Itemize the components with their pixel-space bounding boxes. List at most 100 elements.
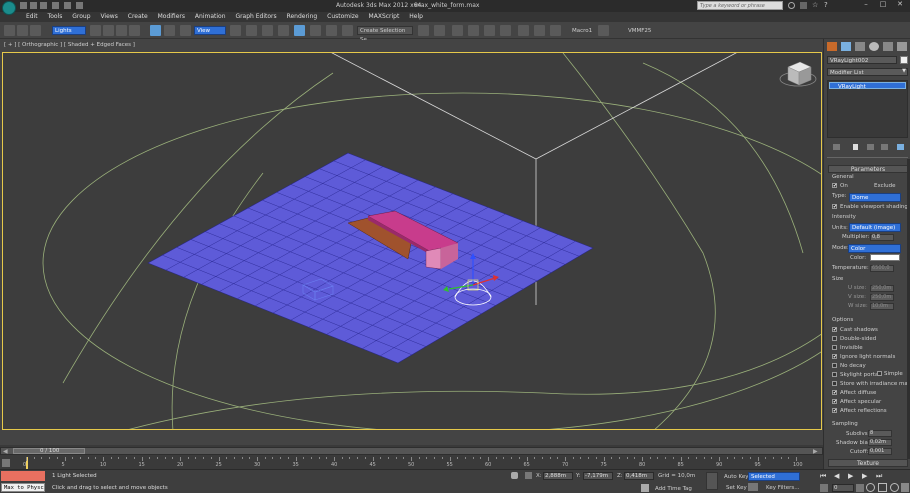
selection-lock-icon[interactable]: [511, 472, 518, 479]
utilities-tab-icon[interactable]: [897, 42, 907, 51]
edit-named-selection-icon[interactable]: [342, 25, 353, 36]
modify-tab-icon[interactable]: [841, 42, 851, 51]
new-file-icon[interactable]: [20, 2, 27, 9]
menu-maxscript[interactable]: MAXScript: [365, 12, 404, 22]
view-cube-icon[interactable]: [779, 61, 817, 87]
next-frame-icon[interactable]: ▶: [862, 472, 867, 480]
subdivs-spinner[interactable]: 8: [868, 430, 892, 437]
viewport-label[interactable]: [ + ] [ Orthographic ] [ Shaded + Edged …: [4, 42, 135, 48]
object-color-swatch[interactable]: [900, 56, 908, 64]
option-row[interactable]: Store with irradiance map: [832, 380, 910, 388]
stack-item[interactable]: VRayLight: [829, 82, 906, 90]
option-checkbox[interactable]: [832, 345, 837, 350]
project-folder-icon[interactable]: [76, 2, 83, 9]
option-checkbox[interactable]: ✔: [832, 408, 837, 414]
open-file-icon[interactable]: [30, 2, 37, 9]
make-unique-icon[interactable]: [867, 144, 874, 150]
texture-rollout[interactable]: Texture: [828, 459, 908, 467]
key-filters-button[interactable]: Key Filters...: [766, 485, 799, 491]
time-slider[interactable]: ◀ 0 / 100 ▶: [0, 447, 823, 455]
manipulate-icon[interactable]: [246, 25, 257, 36]
key-mode-icon[interactable]: [706, 472, 718, 490]
option-checkbox[interactable]: ✔: [832, 390, 837, 396]
display-tab-icon[interactable]: [883, 42, 893, 51]
light-type-dropdown[interactable]: Dome: [849, 193, 901, 202]
configure-sets-icon[interactable]: [897, 144, 904, 150]
key-mode-toggle-icon[interactable]: [820, 484, 828, 492]
pin-stack-icon[interactable]: [833, 144, 840, 150]
undo-icon[interactable]: [52, 2, 59, 9]
hierarchy-tab-icon[interactable]: [855, 42, 865, 51]
simple-checkbox[interactable]: [877, 371, 882, 376]
select-and-rotate-icon[interactable]: [164, 25, 175, 36]
menu-group[interactable]: Group: [68, 12, 94, 22]
exclude-button[interactable]: Exclude: [874, 183, 896, 189]
orbit-icon[interactable]: [890, 483, 899, 492]
option-checkbox[interactable]: [832, 381, 837, 386]
temperature-spinner[interactable]: 6500,0: [870, 265, 894, 272]
key-selection-dropdown[interactable]: Selected: [748, 472, 800, 481]
show-end-result-icon[interactable]: [853, 144, 858, 150]
select-object-icon[interactable]: [90, 25, 101, 36]
option-checkbox[interactable]: [832, 336, 837, 341]
material-editor-icon[interactable]: [518, 25, 529, 36]
remove-modifier-icon[interactable]: [881, 144, 888, 150]
rectangular-selection-icon[interactable]: [116, 25, 127, 36]
option-row[interactable]: Invisible: [832, 344, 910, 352]
x-coordinate-field[interactable]: 2,888m: [543, 472, 573, 480]
v-size-spinner[interactable]: 250,0m: [870, 294, 894, 301]
previous-frame-icon[interactable]: ◀: [834, 472, 839, 480]
option-row[interactable]: ✔ Affect reflections: [832, 407, 910, 415]
render-setup-icon[interactable]: [534, 25, 545, 36]
bind-space-warp-icon[interactable]: [30, 25, 41, 36]
y-coordinate-field[interactable]: -7,179m: [583, 472, 613, 480]
menu-rendering[interactable]: Rendering: [283, 12, 322, 22]
align-icon[interactable]: [434, 25, 445, 36]
help-icon[interactable]: ?: [824, 1, 828, 9]
mirror-icon[interactable]: [418, 25, 429, 36]
maxscript-indicator[interactable]: [1, 471, 45, 481]
option-checkbox[interactable]: ✔: [832, 327, 837, 333]
menu-create[interactable]: Create: [124, 12, 152, 22]
units-dropdown[interactable]: Default (image): [849, 223, 901, 232]
search-input[interactable]: Type a keyword or phrase: [697, 1, 783, 10]
menu-graph-editors[interactable]: Graph Editors: [231, 12, 280, 22]
light-color-swatch[interactable]: [870, 254, 900, 261]
ground-plane[interactable]: [147, 152, 594, 364]
go-to-start-icon[interactable]: ⏮: [820, 472, 826, 481]
on-checkbox[interactable]: ✔: [832, 183, 837, 189]
macro1-button[interactable]: Macro1: [572, 28, 592, 34]
modifier-stack-list[interactable]: VRayLight: [827, 80, 908, 138]
multiplier-spinner[interactable]: 0,8: [870, 234, 894, 241]
curve-editor-icon[interactable]: [484, 25, 495, 36]
option-checkbox[interactable]: [832, 363, 837, 368]
create-tab-icon[interactable]: [827, 42, 837, 51]
time-slider-back-icon[interactable]: ◀: [3, 448, 8, 455]
pivot-center-icon[interactable]: [230, 25, 241, 36]
rendered-frame-icon[interactable]: [550, 25, 561, 36]
angle-snap-icon[interactable]: [294, 25, 305, 36]
menu-edit[interactable]: Edit: [22, 12, 42, 22]
menu-modifiers[interactable]: Modifiers: [154, 12, 189, 22]
option-row[interactable]: Double-sided: [832, 335, 910, 343]
auto-key-button[interactable]: Auto Key: [724, 474, 749, 480]
save-file-icon[interactable]: [40, 2, 47, 9]
motion-tab-icon[interactable]: [869, 42, 879, 51]
option-row[interactable]: ✔ Cast shadows: [832, 326, 910, 334]
select-by-name-icon[interactable]: [103, 25, 114, 36]
option-row[interactable]: ✔ Affect specular: [832, 398, 910, 406]
option-row[interactable]: ✔ Ignore light normals: [832, 353, 910, 361]
maximize-viewport-icon[interactable]: [901, 483, 909, 492]
reference-coordinate-dropdown[interactable]: View: [194, 26, 226, 35]
percent-snap-icon[interactable]: [310, 25, 321, 36]
option-row[interactable]: ✔ Affect diffuse: [832, 389, 910, 397]
menu-customize[interactable]: Customize: [323, 12, 363, 22]
graphite-tools-icon[interactable]: [468, 25, 479, 36]
option-row[interactable]: No decay: [832, 362, 910, 370]
zoom-all-icon[interactable]: [878, 483, 887, 492]
zoom-icon[interactable]: [866, 483, 875, 492]
macro-icon[interactable]: [598, 25, 609, 36]
viewport-scene[interactable]: [3, 53, 822, 430]
maximize-button[interactable]: □: [875, 0, 891, 10]
time-config-icon[interactable]: [856, 484, 864, 492]
